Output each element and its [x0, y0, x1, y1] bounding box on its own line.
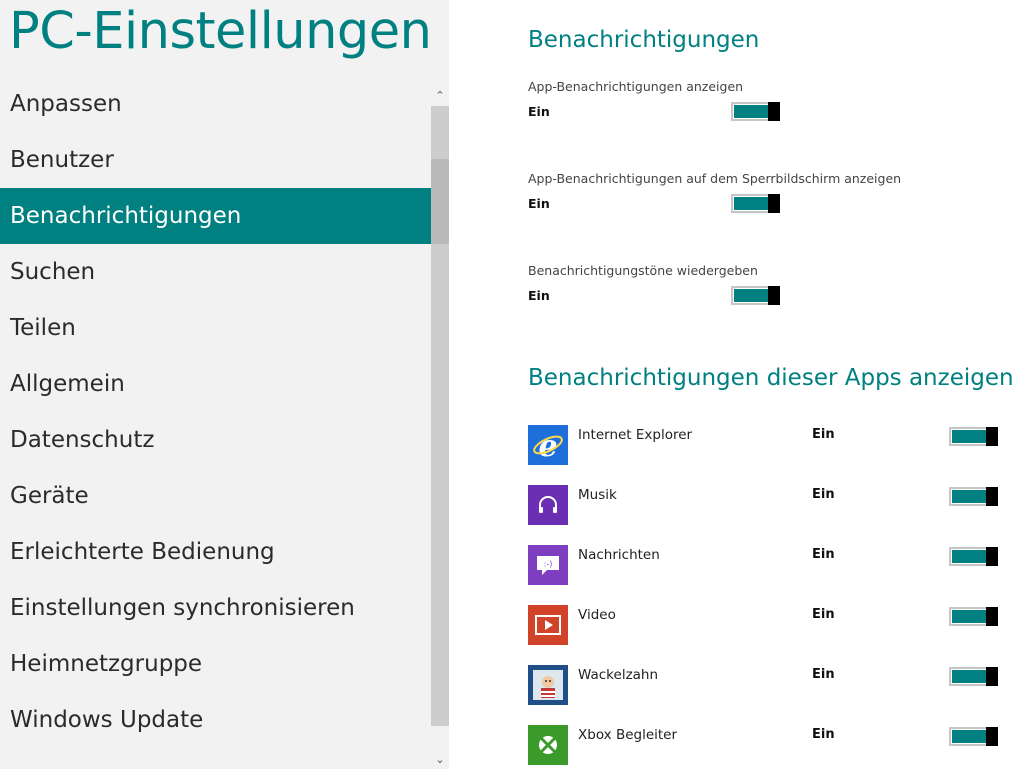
nav-scrollbar[interactable]: ⌃ ⌄	[431, 76, 449, 769]
svg-text:e: e	[538, 429, 557, 461]
nav-item-heimnetzgruppe[interactable]: Heimnetzgruppe	[0, 636, 431, 692]
xbox-icon	[528, 725, 568, 765]
setting-state-notification-sounds: Ein	[528, 288, 550, 303]
toggle-fill	[952, 610, 987, 623]
app-row-wackelzahn: Wackelzahn Ein	[528, 665, 1008, 707]
scroll-up-icon[interactable]: ⌃	[431, 86, 449, 106]
nav-item-geraete[interactable]: Geräte	[0, 468, 431, 524]
toggle-fill	[952, 730, 987, 743]
toggle-knob	[768, 102, 780, 121]
toggle-fill	[952, 490, 987, 503]
app-name: Video	[578, 607, 616, 623]
toggle-knob	[986, 427, 998, 446]
toggle-knob	[986, 607, 998, 626]
toggle-app-xbox-begleiter[interactable]	[949, 727, 998, 746]
svg-text::-): :-)	[544, 560, 553, 569]
app-name: Musik	[578, 487, 617, 503]
nav-item-windows-update[interactable]: Windows Update	[0, 692, 431, 748]
nav-item-erleichterte-bedienung[interactable]: Erleichterte Bedienung	[0, 524, 431, 580]
app-name: Xbox Begleiter	[578, 727, 678, 743]
app-state: Ein	[812, 487, 835, 502]
app-name: Internet Explorer	[578, 427, 693, 443]
wackelzahn-app-icon	[528, 665, 568, 705]
toggle-app-musik[interactable]	[949, 487, 998, 506]
toggle-fill	[734, 289, 769, 302]
settings-nav: Anpassen Benutzer Benachrichtigungen Suc…	[0, 76, 431, 748]
setting-state-app-notifications: Ein	[528, 104, 550, 119]
app-row-internet-explorer: e Internet Explorer Ein	[528, 425, 1008, 467]
setting-state-lockscreen-notifications: Ein	[528, 196, 550, 211]
app-state: Ein	[812, 727, 835, 742]
toggle-notification-sounds[interactable]	[731, 286, 780, 305]
toggle-knob	[768, 286, 780, 305]
toggle-lockscreen-notifications[interactable]	[731, 194, 780, 213]
setting-label-app-notifications: App-Benachrichtigungen anzeigen	[528, 79, 744, 94]
nav-item-suchen[interactable]: Suchen	[0, 244, 431, 300]
toggle-app-wackelzahn[interactable]	[949, 667, 998, 686]
nav-item-datenschutz[interactable]: Datenschutz	[0, 412, 431, 468]
toggle-knob	[986, 667, 998, 686]
scroll-down-icon[interactable]: ⌄	[431, 751, 449, 769]
internet-explorer-icon: e	[528, 425, 568, 465]
toggle-app-video[interactable]	[949, 607, 998, 626]
setting-label-notification-sounds: Benachrichtigungstöne wiedergeben	[528, 263, 758, 278]
app-row-nachrichten: :-) Nachrichten Ein	[528, 545, 1008, 587]
toggle-knob	[768, 194, 780, 213]
page-title: PC-Einstellungen	[9, 2, 432, 61]
scroll-thumb[interactable]	[431, 159, 449, 244]
settings-sidebar: PC-Einstellungen Anpassen Benutzer Benac…	[0, 0, 449, 769]
toggle-fill	[952, 550, 987, 563]
toggle-fill	[952, 670, 987, 683]
nav-item-teilen[interactable]: Teilen	[0, 300, 431, 356]
toggle-knob	[986, 487, 998, 506]
toggle-app-nachrichten[interactable]	[949, 547, 998, 566]
app-state: Ein	[812, 667, 835, 682]
toggle-knob	[986, 547, 998, 566]
app-name: Wackelzahn	[578, 667, 659, 683]
toggle-fill	[952, 430, 987, 443]
app-name: Nachrichten	[578, 547, 660, 563]
toggle-fill	[734, 105, 769, 118]
toggle-app-internet-explorer[interactable]	[949, 427, 998, 446]
app-state: Ein	[812, 427, 835, 442]
nav-item-benutzer[interactable]: Benutzer	[0, 132, 431, 188]
app-row-video: Video Ein	[528, 605, 1008, 647]
toggle-knob	[986, 727, 998, 746]
app-row-musik: Musik Ein	[528, 485, 1008, 527]
nav-item-allgemein[interactable]: Allgemein	[0, 356, 431, 412]
headphones-icon	[528, 485, 568, 525]
nav-item-einstellungen-synchronisieren[interactable]: Einstellungen synchronisieren	[0, 580, 431, 636]
app-row-xbox-begleiter: Xbox Begleiter Ein	[528, 725, 1008, 767]
toggle-fill	[734, 197, 769, 210]
setting-label-lockscreen-notifications: App-Benachrichtigungen auf dem Sperrbild…	[528, 171, 902, 186]
section-title-app-notifications: Benachrichtigungen dieser Apps anzeigen	[528, 365, 1014, 391]
app-state: Ein	[812, 607, 835, 622]
toggle-app-notifications[interactable]	[731, 102, 780, 121]
messaging-icon: :-)	[528, 545, 568, 585]
nav-item-benachrichtigungen[interactable]: Benachrichtigungen	[0, 188, 431, 244]
app-state: Ein	[812, 547, 835, 562]
nav-item-anpassen[interactable]: Anpassen	[0, 76, 431, 132]
section-title-notifications: Benachrichtigungen	[528, 27, 760, 53]
video-play-icon	[528, 605, 568, 645]
